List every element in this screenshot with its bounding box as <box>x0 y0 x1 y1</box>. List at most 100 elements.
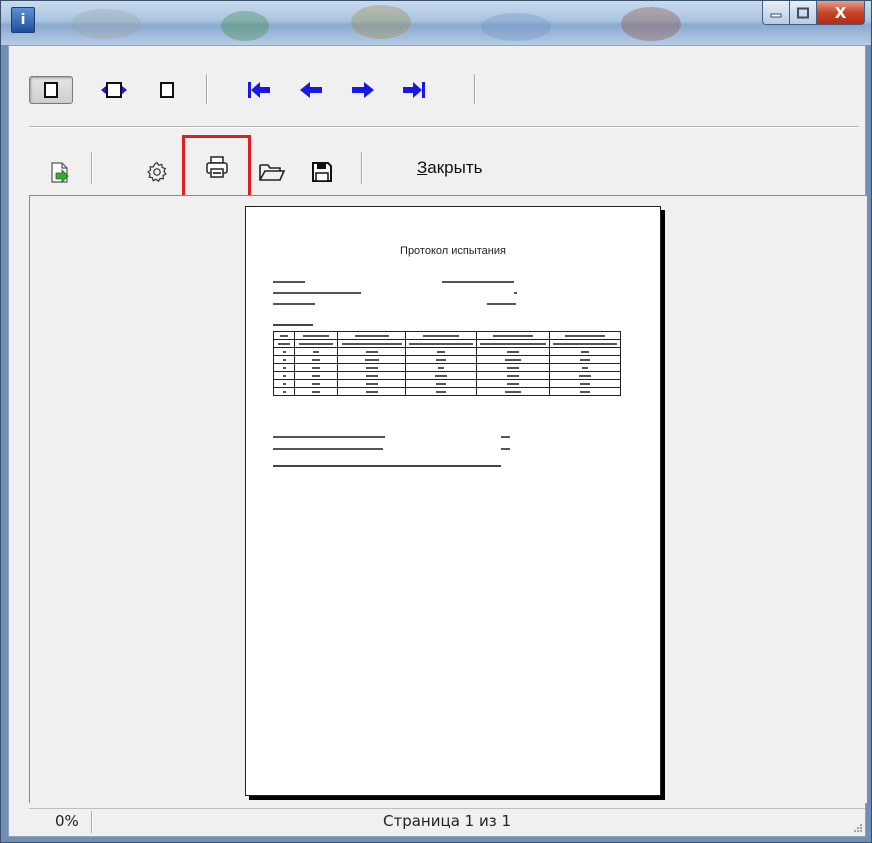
table-cell <box>405 371 477 380</box>
table-cell <box>273 371 295 380</box>
report-preview-window: i X Закрыть Протокол испытания 0% Страни… <box>0 0 872 843</box>
export-icon <box>51 162 69 183</box>
table-cell <box>273 331 295 340</box>
page-width-icon <box>160 82 174 98</box>
client-area: Закрыть Протокол испытания 0% Страница 1… <box>8 45 867 837</box>
fit-width-icon <box>101 82 127 98</box>
settings-button[interactable] <box>141 156 173 188</box>
table-cell <box>273 339 295 348</box>
table-cell <box>549 339 621 348</box>
table-cell <box>549 387 621 396</box>
page-width-button[interactable] <box>153 77 183 103</box>
table-cell <box>476 347 550 356</box>
table-cell <box>294 347 338 356</box>
preview-area[interactable]: Протокол испытания <box>29 195 867 803</box>
table-cell <box>337 355 406 364</box>
table-cell <box>476 355 550 364</box>
resize-grip-icon[interactable] <box>852 822 862 832</box>
table-cell <box>273 347 295 356</box>
first-page-button[interactable] <box>241 76 277 104</box>
table-cell <box>294 379 338 388</box>
header-line <box>273 281 305 283</box>
header-line <box>273 303 315 305</box>
app-icon[interactable]: i <box>11 7 35 33</box>
last-page-icon <box>403 82 425 98</box>
table-cell <box>405 331 477 340</box>
table-cell <box>549 355 621 364</box>
toolbar-divider <box>29 126 859 128</box>
toolbar-separator <box>474 74 476 104</box>
table-cell <box>476 363 550 372</box>
table-cell <box>476 379 550 388</box>
summary-line <box>273 448 383 450</box>
table-cell <box>337 371 406 380</box>
table-row <box>273 355 621 364</box>
table-cell <box>337 387 406 396</box>
table-cell <box>337 339 406 348</box>
table-cell <box>294 387 338 396</box>
report-page: Протокол испытания <box>245 206 661 796</box>
table-cell <box>337 379 406 388</box>
results-table <box>273 331 621 396</box>
open-button[interactable] <box>256 156 288 188</box>
summary-line <box>501 436 510 438</box>
table-cell <box>405 339 477 348</box>
table-cell <box>405 379 477 388</box>
close-window-button[interactable]: X <box>817 1 865 25</box>
table-cell <box>294 363 338 372</box>
table-cell <box>294 339 338 348</box>
table-cell <box>273 379 295 388</box>
next-page-button[interactable] <box>345 76 381 104</box>
header-line <box>442 281 514 283</box>
print-button[interactable] <box>182 135 251 199</box>
last-page-button[interactable] <box>396 76 432 104</box>
header-line <box>487 303 516 305</box>
table-row <box>273 339 621 348</box>
table-cell <box>294 355 338 364</box>
toolbar-separator <box>91 152 93 184</box>
table-row <box>273 371 621 380</box>
document-title: Протокол испытания <box>400 245 506 257</box>
one-page-view-button[interactable] <box>29 76 73 104</box>
table-cell <box>273 355 295 364</box>
table-cell <box>405 387 477 396</box>
table-row <box>273 363 621 372</box>
page-indicator: Страница 1 из 1 <box>383 812 511 830</box>
table-row <box>273 379 621 388</box>
table-cell <box>405 363 477 372</box>
close-button[interactable]: Закрыть <box>417 158 483 178</box>
arrow-left-icon <box>300 82 322 98</box>
table-cell <box>273 363 295 372</box>
export-button[interactable] <box>45 158 75 188</box>
close-button-label: акрыть <box>427 158 483 177</box>
table-cell <box>549 347 621 356</box>
table-cell <box>273 387 295 396</box>
minimize-button[interactable] <box>762 1 790 25</box>
save-button[interactable] <box>306 156 338 188</box>
fit-width-button[interactable] <box>97 77 131 103</box>
summary-line <box>273 436 385 438</box>
header-line <box>273 292 361 294</box>
conclusion-line <box>273 465 501 467</box>
maximize-button[interactable] <box>790 1 817 25</box>
table-cell <box>476 339 550 348</box>
title-bar[interactable]: i X <box>1 1 871 45</box>
table-cell <box>476 371 550 380</box>
floppy-icon <box>312 162 332 182</box>
table-cell <box>476 331 550 340</box>
table-cell <box>337 363 406 372</box>
navigation-toolbar <box>9 46 865 104</box>
prev-page-button[interactable] <box>293 76 329 104</box>
toolbar-separator <box>206 74 208 104</box>
close-icon: X <box>834 3 847 22</box>
table-cell <box>337 331 406 340</box>
table-row <box>273 387 621 396</box>
window-controls: X <box>762 1 865 27</box>
table-cell <box>549 371 621 380</box>
table-cell <box>294 331 338 340</box>
table-cell <box>549 379 621 388</box>
maximize-icon <box>797 7 809 18</box>
table-cell <box>405 355 477 364</box>
table-row <box>273 347 621 356</box>
header-line <box>514 292 517 294</box>
